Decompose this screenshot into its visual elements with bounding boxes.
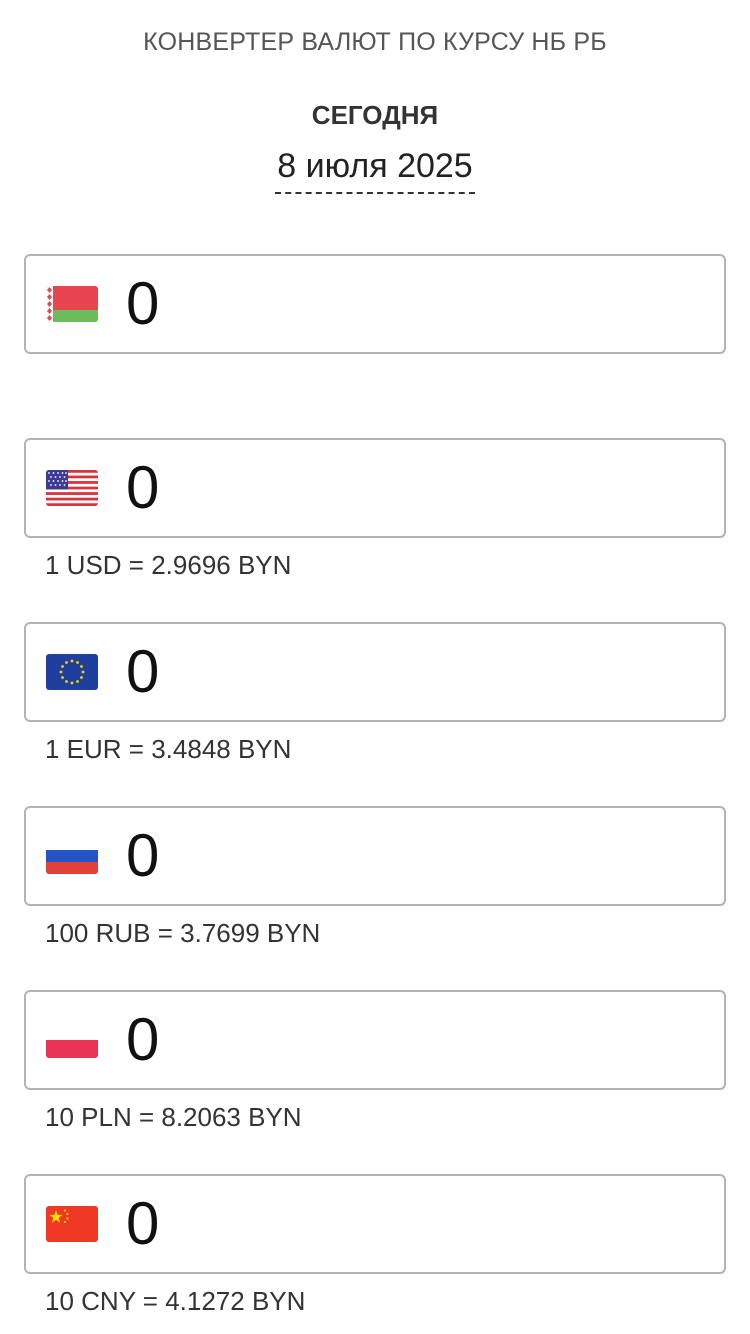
rate-text-cny: 10 CNY = 4.1272 BYN bbox=[45, 1286, 306, 1316]
amount-input-byn[interactable] bbox=[126, 266, 706, 342]
amount-field-rub[interactable] bbox=[24, 806, 726, 906]
currency-row-cny: 10 CNY = 4.1272 BYN bbox=[24, 1174, 726, 1316]
rate-text-eur: 1 EUR = 3.4848 BYN bbox=[45, 734, 292, 764]
amount-field-usd[interactable] bbox=[24, 438, 726, 538]
rate-text-pln: 10 PLN = 8.2063 BYN bbox=[45, 1102, 302, 1132]
currency-row-usd: 1 USD = 2.9696 BYN bbox=[24, 438, 726, 580]
amount-input-eur[interactable] bbox=[126, 634, 706, 710]
amount-field-pln[interactable] bbox=[24, 990, 726, 1090]
currency-row-rub: 100 RUB = 3.7699 BYN bbox=[24, 806, 726, 948]
date-picker-wrapper: 8 июля 2025 bbox=[0, 146, 750, 194]
app-title: КОНВЕРТЕР ВАЛЮТ ПО КУРСУ НБ РБ bbox=[143, 28, 607, 56]
amount-input-cny[interactable] bbox=[126, 1186, 706, 1262]
currency-row-pln: 10 PLN = 8.2063 BYN bbox=[24, 990, 726, 1132]
rate-text-rub: 100 RUB = 3.7699 BYN bbox=[45, 918, 321, 948]
amount-input-rub[interactable] bbox=[126, 818, 706, 894]
amount-input-usd[interactable] bbox=[126, 450, 706, 526]
date-picker[interactable]: 8 июля 2025 bbox=[275, 146, 475, 194]
china-flag-icon bbox=[46, 1206, 98, 1242]
russia-flag-icon bbox=[46, 838, 98, 874]
poland-flag-icon bbox=[46, 1022, 98, 1058]
usa-flag-icon bbox=[46, 470, 98, 506]
currency-row-byn bbox=[24, 254, 726, 354]
belarus-flag-icon bbox=[46, 286, 98, 322]
currency-row-eur: 1 EUR = 3.4848 BYN bbox=[24, 622, 726, 764]
date-label: СЕГОДНЯ bbox=[311, 100, 439, 130]
amount-field-cny[interactable] bbox=[24, 1174, 726, 1274]
eu-flag-icon bbox=[46, 654, 98, 690]
rate-text-usd: 1 USD = 2.9696 BYN bbox=[45, 550, 292, 580]
amount-input-pln[interactable] bbox=[126, 1002, 706, 1078]
amount-field-eur[interactable] bbox=[24, 622, 726, 722]
amount-field-byn[interactable] bbox=[24, 254, 726, 354]
converter-page: КОНВЕРТЕР ВАЛЮТ ПО КУРСУ НБ РБ СЕГОДНЯ 8… bbox=[0, 0, 750, 1334]
